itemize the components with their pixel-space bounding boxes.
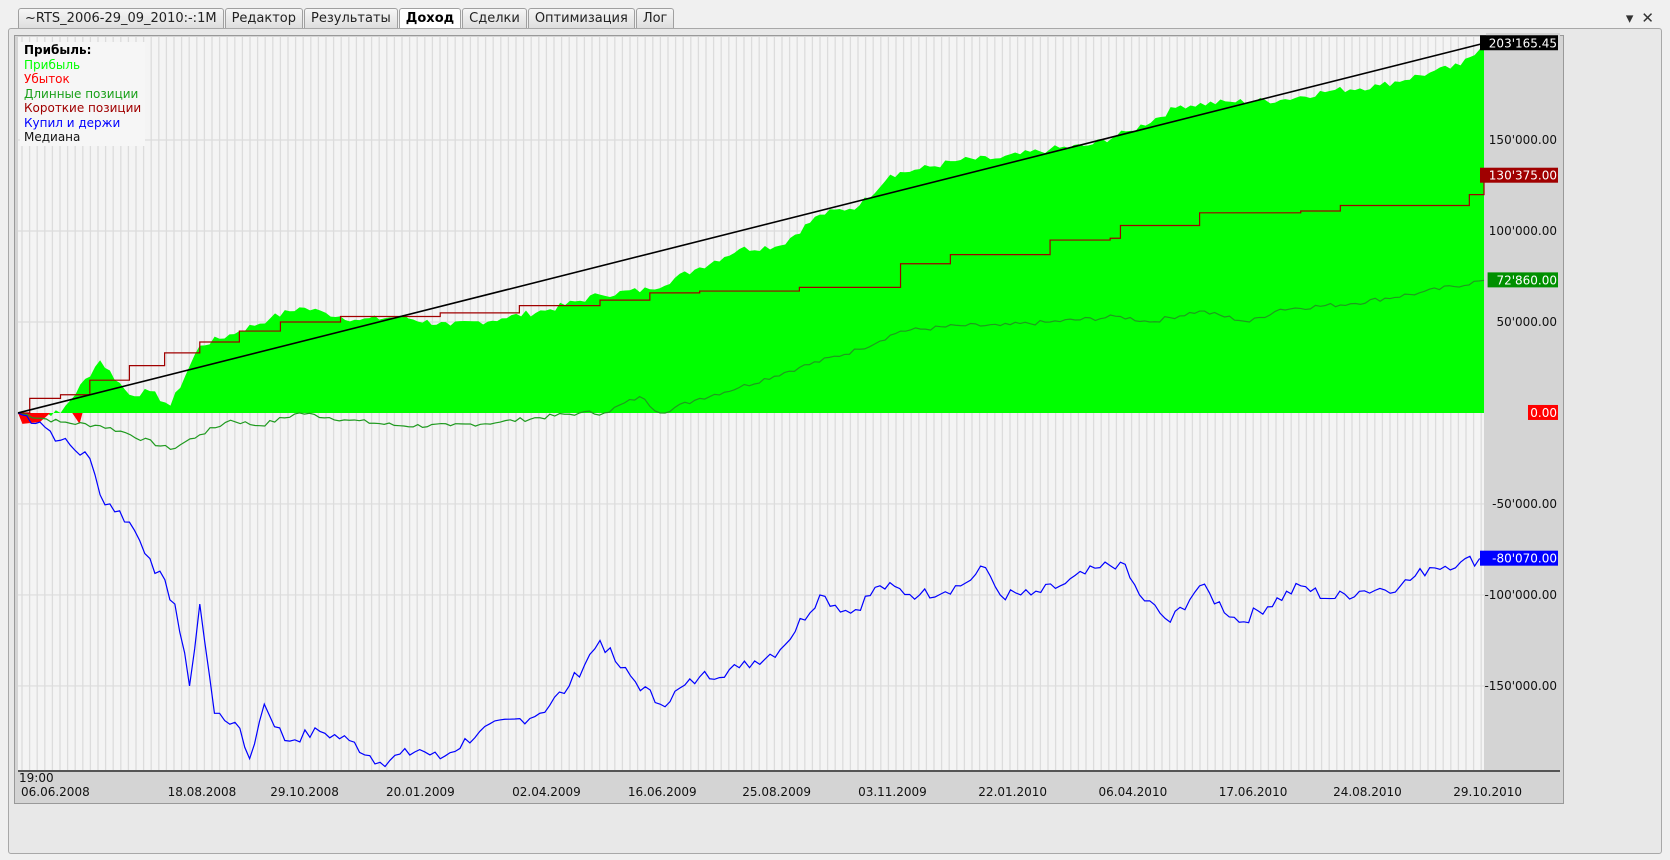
legend-title: Прибыль: [24, 43, 92, 57]
x-tick-label: 17.06.2010 [1218, 785, 1288, 799]
y-tick-label: 150'000.00 [1489, 133, 1557, 147]
x-tick-label: 25.08.2009 [742, 785, 811, 799]
x-tick-label: 24.08.2010 [1333, 785, 1402, 799]
x-tick-label: 29.10.2010 [1453, 785, 1522, 799]
zero-badge: 0.00 [1530, 406, 1557, 420]
x-tick-label: 06.04.2010 [1098, 785, 1168, 799]
y-tick-label: 50'000.00 [1496, 315, 1557, 329]
last-value-badge: -80'070.00 [1492, 552, 1557, 566]
x-tick-label: 02.04.2009 [512, 785, 581, 799]
last-value-badge: 130'375.00 [1489, 169, 1557, 183]
y-tick-label: 100'000.00 [1489, 224, 1557, 238]
x-tick-label: 16.06.2009 [627, 785, 697, 799]
last-value-badge: 72'860.00 [1496, 273, 1557, 287]
x-tick-label: 29.10.2008 [270, 785, 339, 799]
x-tick-label: 06.06.2008 [21, 785, 90, 799]
legend-item: Длинные позиции [24, 86, 139, 101]
x-axis-time-label: 19:00 [19, 771, 54, 785]
last-value-badge: 203'165.45 [1489, 36, 1557, 50]
x-tick-label: 20.01.2009 [386, 785, 455, 799]
y-tick-label: -50'000.00 [1492, 497, 1557, 511]
x-tick-label: 03.11.2009 [858, 785, 927, 799]
x-tick-label: 22.01.2010 [978, 785, 1048, 799]
y-tick-label: -100'000.00 [1484, 588, 1557, 602]
x-tick-label: 18.08.2008 [167, 785, 237, 799]
legend-item: Медиана [24, 130, 81, 144]
legend-item: Прибыль [24, 57, 81, 72]
chart-legend: Прибыль: Прибыль Убыток Длинные позиции Кор… [20, 42, 146, 146]
legend-item: Купил и держи [24, 115, 121, 130]
legend-item: Короткие позиции [24, 101, 142, 115]
equity-chart: 150'000.00 100'000.00 50'000.00 -50'000.00 -… [17, 33, 1560, 772]
y-tick-label: -150'000.00 [1484, 679, 1557, 693]
x-axis: 19:00 06.06.2008 18.08.2008 29.10.2008 20.0… [15, 771, 1555, 801]
legend-item: Убыток [24, 72, 70, 86]
